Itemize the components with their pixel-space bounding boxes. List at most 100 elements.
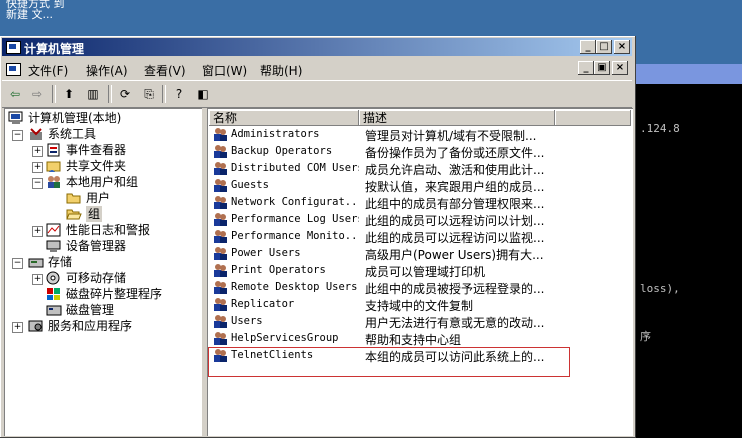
show-hide-action-pane-icon[interactable]: ◧	[194, 85, 212, 103]
users-icon	[46, 175, 62, 189]
expand-toggle[interactable]: +	[12, 322, 23, 333]
table-row[interactable]: Performance Monito... 此组的成员可以远程访问以监视...	[209, 228, 631, 245]
group-icon	[213, 297, 227, 311]
defrag-icon	[46, 287, 62, 301]
group-name: Performance Log Users	[231, 213, 359, 225]
menu-file[interactable]: 文件(F)	[28, 62, 68, 79]
group-description: 此组的成员可以远程访问以计划...	[365, 214, 545, 228]
group-name: Backup Operators	[231, 145, 333, 157]
collapse-toggle[interactable]: −	[12, 130, 23, 141]
table-row[interactable]: Replicator 支持域中的文件复制	[209, 296, 631, 313]
group-name: Replicator	[231, 298, 295, 310]
group-icon	[213, 212, 227, 226]
group-icon	[213, 178, 227, 192]
group-icon	[213, 314, 227, 328]
console-tree[interactable]: 计算机管理(本地) − 系统工具 + 事件查看器 + 共享文件夹 − 本地用户和…	[4, 108, 202, 436]
maximize-button[interactable]: □	[596, 40, 612, 54]
storage-icon	[28, 255, 44, 269]
export-list-icon[interactable]: ⎘	[140, 85, 158, 103]
menu-help[interactable]: 帮助(H)	[260, 62, 302, 79]
up-folder-icon[interactable]: ⬆	[60, 85, 78, 103]
device-manager-icon	[46, 239, 62, 253]
child-close-button[interactable]: ×	[612, 61, 628, 75]
background-console-window[interactable]: .124.8 loss), 序	[632, 64, 742, 438]
table-row[interactable]: Network Configurat... 此组中的成员有部分管理权限来...	[209, 194, 631, 211]
collapse-toggle[interactable]: −	[32, 178, 43, 189]
show-hide-tree-icon[interactable]: ▥	[84, 85, 102, 103]
group-description: 成员可以管理域打印机	[365, 265, 486, 279]
group-icon	[213, 127, 227, 141]
disk-management-icon	[46, 303, 62, 317]
refresh-icon[interactable]: ⟳	[116, 85, 134, 103]
open-folder-icon	[66, 207, 82, 221]
window-titlebar[interactable]: 计算机管理 _ □ ×	[2, 38, 632, 56]
group-icon	[213, 229, 227, 243]
group-description: 支持域中的文件复制	[365, 299, 474, 313]
group-name: Distributed COM Users	[231, 162, 359, 174]
expand-toggle[interactable]: +	[32, 162, 43, 173]
group-description: 此组的成员可以远程访问以监视...	[365, 231, 545, 245]
table-row[interactable]: Distributed COM Users 成员允许启动、激活和使用此计...	[209, 160, 631, 177]
computer-management-window[interactable]: 计算机管理 _ □ × 文件(F) 操作(A) 查看(V) 窗口(W) 帮助(H…	[0, 36, 636, 438]
group-icon	[213, 144, 227, 158]
menu-bar: 文件(F) 操作(A) 查看(V) 窗口(W) 帮助(H) _ ▣ ×	[2, 58, 632, 78]
group-name: Remote Desktop Users	[231, 281, 358, 293]
group-icon	[213, 263, 227, 277]
table-row[interactable]: Guests 按默认值，来宾跟用户组的成员...	[209, 177, 631, 194]
menu-window[interactable]: 窗口(W)	[202, 62, 247, 79]
group-description: 按默认值，来宾跟用户组的成员...	[365, 180, 545, 194]
child-restore-button[interactable]: ▣	[594, 61, 610, 75]
toolbar-separator	[162, 85, 166, 103]
group-description: 备份操作员为了备份或还原文件...	[365, 146, 545, 160]
table-row[interactable]: Administrators 管理员对计算机/域有不受限制...	[209, 126, 631, 143]
group-name: Power Users	[231, 247, 301, 259]
child-minimize-button[interactable]: _	[578, 61, 594, 75]
group-name: Guests	[231, 179, 269, 191]
help-icon[interactable]: ?	[170, 85, 188, 103]
group-name: Users	[231, 315, 263, 327]
collapse-toggle[interactable]: −	[12, 258, 23, 269]
group-name: HelpServicesGroup	[231, 332, 339, 344]
group-icon	[213, 246, 227, 260]
shared-folder-icon	[46, 159, 62, 173]
table-row[interactable]: Remote Desktop Users 此组中的成员被授予远程登录的...	[209, 279, 631, 296]
group-name: Print Operators	[231, 264, 326, 276]
menu-view[interactable]: 查看(V)	[144, 62, 186, 79]
console-menu-icon[interactable]	[6, 63, 21, 76]
console-text-line: .124.8	[640, 122, 680, 135]
console-text-line: loss),	[640, 282, 680, 295]
table-row[interactable]: Power Users 高级用户(Power Users)拥有大...	[209, 245, 631, 262]
group-description: 此组中的成员被授予远程登录的...	[365, 282, 545, 296]
computer-icon	[8, 111, 24, 125]
group-icon	[213, 331, 227, 345]
group-description: 高级用户(Power Users)拥有大...	[365, 248, 544, 262]
desktop-file-label[interactable]: 新建 文...	[6, 8, 53, 21]
close-button[interactable]: ×	[614, 40, 630, 54]
group-name: Administrators	[231, 128, 320, 140]
column-header-description[interactable]: 描述	[359, 110, 555, 126]
table-row[interactable]: Users 用户无法进行有意或无意的改动...	[209, 313, 631, 330]
computer-icon	[6, 41, 21, 54]
minimize-button[interactable]: _	[580, 40, 596, 54]
group-icon	[213, 195, 227, 209]
expand-toggle[interactable]: +	[32, 146, 43, 157]
toolbar: ⇦ ⇨ ⬆ ▥ ⟳ ⎘ ? ◧	[2, 80, 632, 108]
table-row[interactable]: HelpServicesGroup 帮助和支持中心组	[209, 330, 631, 347]
groups-list[interactable]: 名称 描述 Administrators 管理员对计算机/域有不受限制... Bac…	[207, 108, 633, 436]
group-description: 管理员对计算机/域有不受限制...	[365, 129, 537, 143]
column-header-name[interactable]: 名称	[209, 110, 359, 126]
table-row[interactable]: Backup Operators 备份操作员为了备份或还原文件...	[209, 143, 631, 160]
removable-storage-icon	[46, 271, 62, 285]
back-arrow-icon[interactable]: ⇦	[6, 85, 24, 103]
group-icon	[213, 161, 227, 175]
group-name: Network Configurat...	[231, 196, 359, 208]
table-row[interactable]: Print Operators 成员可以管理域打印机	[209, 262, 631, 279]
menu-action[interactable]: 操作(A)	[86, 62, 128, 79]
forward-arrow-icon[interactable]: ⇨	[28, 85, 46, 103]
expand-toggle[interactable]: +	[32, 274, 43, 285]
expand-toggle[interactable]: +	[32, 226, 43, 237]
table-row[interactable]: Performance Log Users 此组的成员可以远程访问以计划...	[209, 211, 631, 228]
window-title: 计算机管理	[24, 42, 85, 56]
console-titlebar[interactable]	[632, 64, 742, 84]
performance-icon	[46, 223, 62, 237]
